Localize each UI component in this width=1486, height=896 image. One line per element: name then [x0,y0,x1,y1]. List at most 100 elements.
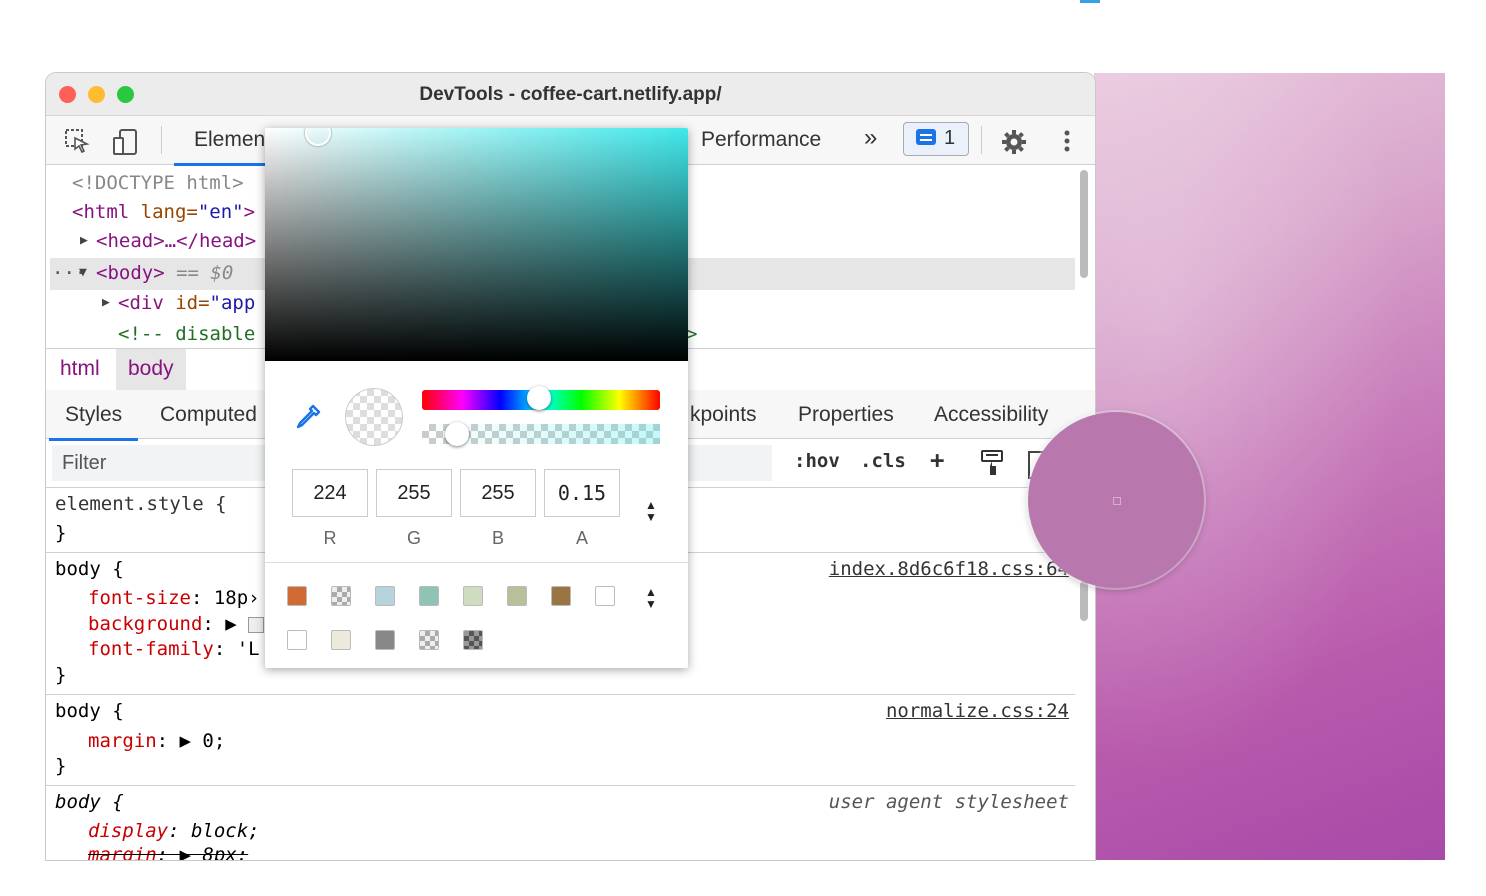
breadcrumb-item-html[interactable]: html [60,357,100,381]
styles-scrollbar[interactable] [1080,581,1088,621]
palette-swatch[interactable] [375,586,395,606]
dom-body-node[interactable]: <body> == $0 [96,258,233,288]
hue-slider-handle[interactable] [527,386,551,410]
breadcrumb-item-body[interactable]: body [116,349,186,390]
issues-icon [916,129,936,145]
saturation-value-area[interactable] [265,128,688,361]
property-value: 18p› [202,587,260,609]
palette-swatch[interactable] [331,630,351,650]
tag-text: > [243,201,256,223]
style-declaration[interactable]: margin: ▶ 0; [88,730,225,752]
rule-source-link[interactable]: index.8d6c6f18.css:64 [829,558,1069,580]
palette-swatch[interactable] [331,586,351,606]
rule-close-brace: } [55,755,67,777]
style-declaration[interactable]: background: ▶ [88,613,248,635]
alpha-channel-input[interactable]: 0.15 [544,469,620,517]
palette-swatch[interactable] [595,586,615,606]
device-toolbar-icon[interactable] [112,128,138,155]
title-bar: DevTools - coffee-cart.netlify.app/ [46,73,1095,116]
rule-divider [46,785,1075,786]
dom-comment-node[interactable]: <!-- disable [118,319,255,349]
paint-roller-icon[interactable] [980,449,1006,475]
attr-text: lang= [129,201,198,223]
rule-close-brace: } [55,522,67,544]
property-name: font-size [88,587,191,609]
rule-selector[interactable]: element.style { [55,493,227,515]
rule-source-link[interactable]: normalize.css:24 [886,700,1069,722]
palette-swatch[interactable] [463,586,483,606]
dom-doctype[interactable]: <!DOCTYPE html> [72,168,244,198]
issues-count: 1 [944,127,956,149]
rule-close-brace: } [55,664,67,686]
style-declaration[interactable]: font-family: 'L [88,638,260,660]
dom-div-app-node[interactable]: <div id="app [118,288,255,318]
property-name: font-family [88,638,214,660]
more-tabs-button[interactable]: » [864,124,877,152]
toolbar-separator [161,126,162,154]
property-value: ▶ 8px; [168,844,249,860]
cursor-indicator [1080,0,1100,3]
eyedropper-icon[interactable] [293,402,323,432]
hover-state-button[interactable]: :hov [794,450,840,472]
expand-triangle-icon[interactable]: ▶ [102,288,110,318]
current-color-swatch [345,388,403,446]
tab-computed[interactable]: Computed [160,403,257,427]
eyedropper-magnifier [1028,412,1204,588]
tag-text: <body> [96,262,165,284]
tab-performance[interactable]: Performance [701,128,821,152]
new-style-rule-button[interactable]: + [930,446,944,474]
more-options-icon[interactable] [1054,128,1080,154]
tab-elements[interactable]: Elemen [173,128,306,166]
alpha-slider-handle[interactable] [445,422,469,446]
channel-label-b: B [491,528,504,548]
settings-gear-icon[interactable] [1000,128,1026,154]
filter-placeholder: Filter [62,452,107,474]
property-value: block; [179,820,260,842]
blue-channel-input[interactable]: 255 [460,469,536,517]
expand-triangle-icon[interactable]: ▶ [80,226,88,256]
channel-label-g: G [406,528,421,548]
palette-swatch[interactable] [419,586,439,606]
toolbar-separator [981,126,982,154]
rule-divider [46,694,1075,695]
property-value: ▶ [213,613,249,635]
palette-swatch[interactable] [375,630,395,650]
palette-switch-updown-icon[interactable]: ▲ ▼ [644,586,658,610]
format-toggle-updown-icon[interactable]: ▲ ▼ [644,499,658,523]
tab-breakpoints[interactable]: kpoints [690,403,757,427]
red-channel-input[interactable]: 224 [292,469,368,517]
property-name: display [88,820,169,842]
selected-node-marker: == $0 [164,262,234,284]
style-declaration[interactable]: font-size: 18p› [88,587,260,609]
attr-value: "app [209,292,256,314]
palette-divider [265,562,688,563]
rule-selector[interactable]: body { [55,558,124,580]
rule-selector[interactable]: body { [55,791,124,813]
issues-button[interactable]: 1 [903,122,969,156]
palette-swatch[interactable] [287,586,307,606]
palette-swatch[interactable] [287,630,307,650]
inspect-element-icon[interactable] [64,128,90,154]
dom-html-node[interactable]: <html lang="en"> [72,197,255,227]
palette-swatch[interactable] [463,630,483,650]
property-value: ▶ 0; [168,730,226,752]
collapse-triangle-icon[interactable]: ▼ [79,258,87,288]
tab-styles[interactable]: Styles [48,403,139,441]
tab-properties[interactable]: Properties [798,403,894,427]
tag-text: <html [72,201,130,223]
palette-swatch[interactable] [551,586,571,606]
property-value: 'L [225,638,260,660]
style-declaration-overridden[interactable]: margin: ▶ 8px; [88,844,248,860]
class-toggle-button[interactable]: .cls [860,450,906,472]
palette-swatch[interactable] [419,630,439,650]
rule-selector[interactable]: body { [55,700,124,722]
green-channel-input[interactable]: 255 [376,469,452,517]
attr-text: id= [163,292,210,314]
tab-accessibility[interactable]: Accessibility [934,403,1048,427]
property-name: margin [88,730,157,752]
style-declaration[interactable]: display: block; [88,820,260,842]
color-swatch-icon[interactable] [248,617,264,633]
dom-head-node[interactable]: <head>…</head> [96,226,256,256]
dom-scrollbar[interactable] [1080,170,1088,278]
palette-swatch[interactable] [507,586,527,606]
